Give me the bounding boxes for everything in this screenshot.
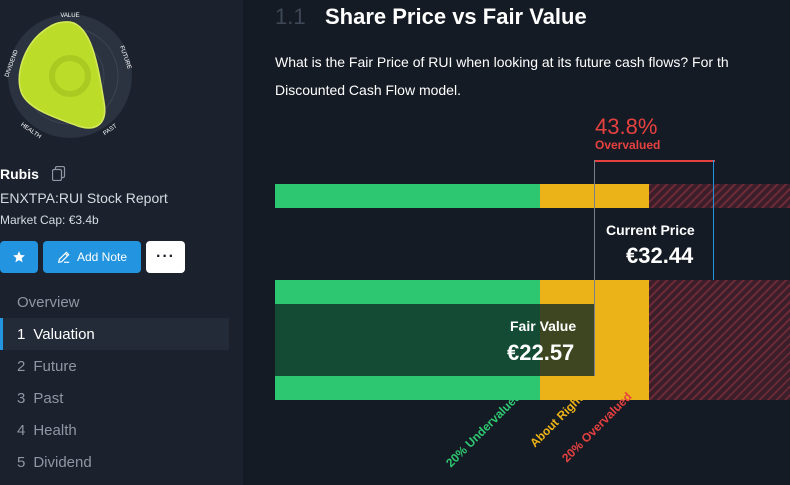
nav-item-label: Health — [33, 421, 77, 439]
undervalued-zone-label: 20% Undervalued — [443, 389, 524, 470]
nav-item-overview[interactable]: Overview — [0, 286, 229, 318]
company-name: Rubis — [0, 166, 39, 182]
stock-ticker: ENXTPA:RUI Stock Report — [0, 190, 168, 206]
current-price-line — [713, 160, 714, 280]
snowflake-chart: VALUE FUTURE PAST HEALTH DIVIDEND — [4, 13, 132, 140]
add-note-button[interactable]: Add Note — [43, 241, 141, 273]
add-note-label: Add Note — [76, 250, 128, 264]
nav-item-label: Past — [33, 389, 64, 407]
current-price-label: Current Price — [606, 222, 695, 238]
fair-value-line — [594, 160, 595, 376]
section-number: 1.1 — [275, 4, 306, 29]
section-title: Share Price vs Fair Value — [325, 4, 587, 29]
nav-item-number: 2 — [17, 357, 26, 375]
nav-item-health[interactable]: 4 Health — [0, 414, 229, 446]
overvalued-zone — [649, 280, 790, 400]
description-line: What is the Fair Price of RUI when looki… — [275, 54, 729, 70]
description-line: Discounted Cash Flow model. — [275, 82, 461, 98]
nav-item-valuation[interactable]: 1 Valuation — [0, 318, 229, 350]
nav-item-number: 1 — [17, 325, 26, 343]
nav-item-label: Valuation — [33, 325, 95, 343]
nav-item-dividend[interactable]: 5 Dividend — [0, 446, 229, 478]
overvalued-zone — [649, 184, 790, 208]
section-description: What is the Fair Price of RUI when looki… — [275, 48, 790, 104]
fair-value-value: €22.57 — [507, 340, 575, 365]
pencil-icon — [57, 251, 70, 263]
nav-item-number: 5 — [17, 453, 26, 471]
main-content: 1.1 Share Price vs Fair Value What is th… — [243, 0, 790, 485]
overvalued-label: Overvalued — [595, 138, 661, 152]
undervalued-zone — [275, 184, 540, 208]
nav-item-label: Overview — [17, 293, 80, 311]
difference-bracket — [595, 160, 715, 162]
copy-icon[interactable] — [52, 166, 66, 181]
overvalued-percent: 43.8% — [595, 114, 658, 139]
star-icon — [13, 251, 25, 263]
nav-item-number: 3 — [17, 389, 26, 407]
watchlist-star-button[interactable] — [0, 241, 38, 273]
nav-item-label: Dividend — [33, 453, 92, 471]
nav-item-label: Future — [33, 357, 77, 375]
nav-item-future[interactable]: 2 Future — [0, 350, 229, 382]
more-options-button[interactable]: ··· — [146, 241, 185, 273]
current-price-value: €32.44 — [626, 243, 694, 268]
section-nav: Overview 1 Valuation 2 Future 3 Past 4 H… — [0, 286, 229, 478]
fair-value-label: Fair Value — [510, 318, 577, 334]
snowflake-label-value: VALUE — [60, 13, 79, 19]
sidebar: VALUE FUTURE PAST HEALTH DIVIDEND Rubis … — [0, 0, 243, 485]
nav-item-past[interactable]: 3 Past — [0, 382, 229, 414]
market-cap: Market Cap: €3.4b — [0, 213, 99, 227]
nav-item-number: 4 — [17, 421, 26, 439]
